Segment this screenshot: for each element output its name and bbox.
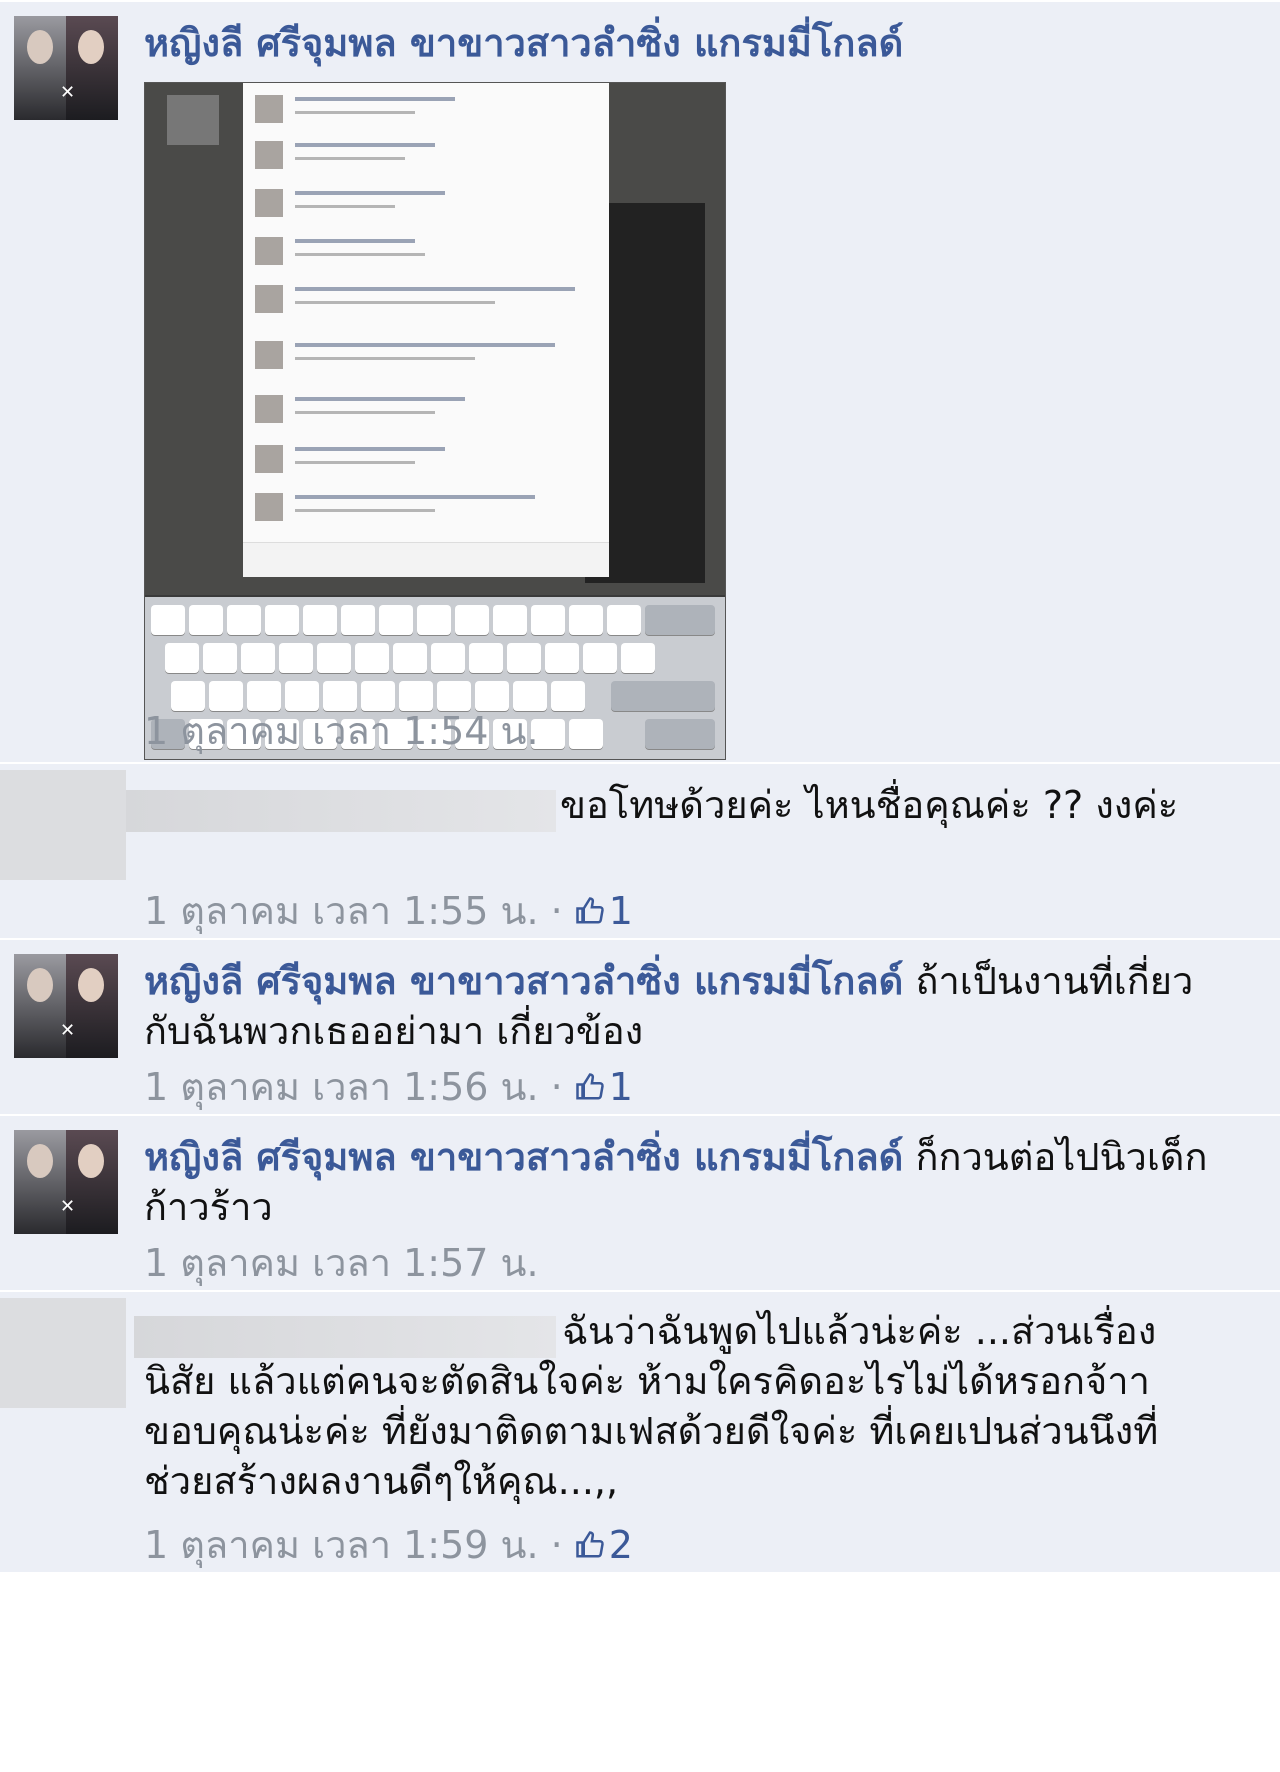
thumbs-up-icon	[575, 896, 604, 923]
comment: ✕ หญิงลี ศรีจุมพล ขาขาวสาวลำซิ่ง แกรมมี่…	[0, 0, 1280, 762]
thumbs-up-icon	[575, 1072, 604, 1099]
comment: ฉันว่าฉันพูดไปแล้วน่ะค่ะ ...ส่วนเรื่องนิ…	[0, 1290, 1280, 1572]
meta-separator: ·	[550, 888, 563, 933]
like-count: 1	[608, 1064, 633, 1109]
comment-author[interactable]: หญิงลี ศรีจุมพล ขาขาวสาวลำซิ่ง แกรมมี่โก…	[144, 21, 903, 65]
like-reaction[interactable]: 1	[575, 1065, 633, 1109]
like-reaction[interactable]: 2	[575, 1523, 633, 1567]
like-count: 2	[608, 1522, 633, 1567]
comment-text: ขอโทษด้วยค่ะ ไหนชื่อคุณค่ะ ?? งงค่ะ	[560, 783, 1179, 827]
meta-separator: ·	[550, 1522, 563, 1567]
attached-screenshot-image[interactable]	[144, 82, 726, 760]
like-reaction[interactable]: 1	[575, 889, 633, 933]
comment: ขอโทษด้วยค่ะ ไหนชื่อคุณค่ะ ?? งงค่ะ 1 ตุ…	[0, 762, 1280, 938]
avatar[interactable]: ✕	[14, 16, 118, 120]
blurred-author-name	[126, 790, 556, 832]
comment-timestamp[interactable]: 1 ตุลาคม เวลา 1:57 น.	[144, 1232, 539, 1293]
comment: ✕ หญิงลี ศรีจุมพล ขาขาวสาวลำซิ่ง แกรมมี่…	[0, 938, 1280, 1114]
thumbs-up-icon	[575, 1530, 604, 1557]
avatar[interactable]: ✕	[14, 954, 118, 1058]
comment-author[interactable]: หญิงลี ศรีจุมพล ขาขาวสาวลำซิ่ง แกรมมี่โก…	[144, 959, 903, 1003]
like-count: 1	[608, 888, 633, 933]
comment-timestamp[interactable]: 1 ตุลาคม เวลา 1:54 น.	[144, 700, 539, 761]
comment-timestamp[interactable]: 1 ตุลาคม เวลา 1:55 น.	[144, 880, 539, 941]
comment: ✕ หญิงลี ศรีจุมพล ขาขาวสาวลำซิ่ง แกรมมี่…	[0, 1114, 1280, 1290]
blurred-avatar	[0, 1298, 126, 1408]
comment-author[interactable]: หญิงลี ศรีจุมพล ขาขาวสาวลำซิ่ง แกรมมี่โก…	[144, 1135, 903, 1179]
meta-separator: ·	[550, 1064, 563, 1109]
comments-popup-image	[243, 83, 609, 577]
comment-text: ฉันว่าฉันพูดไปแล้วน่ะค่ะ ...ส่วนเรื่องนิ…	[144, 1309, 1159, 1503]
avatar[interactable]: ✕	[14, 1130, 118, 1234]
comment-timestamp[interactable]: 1 ตุลาคม เวลา 1:59 น.	[144, 1514, 539, 1575]
comment-timestamp[interactable]: 1 ตุลาคม เวลา 1:56 น.	[144, 1056, 539, 1117]
blurred-avatar	[0, 770, 126, 880]
